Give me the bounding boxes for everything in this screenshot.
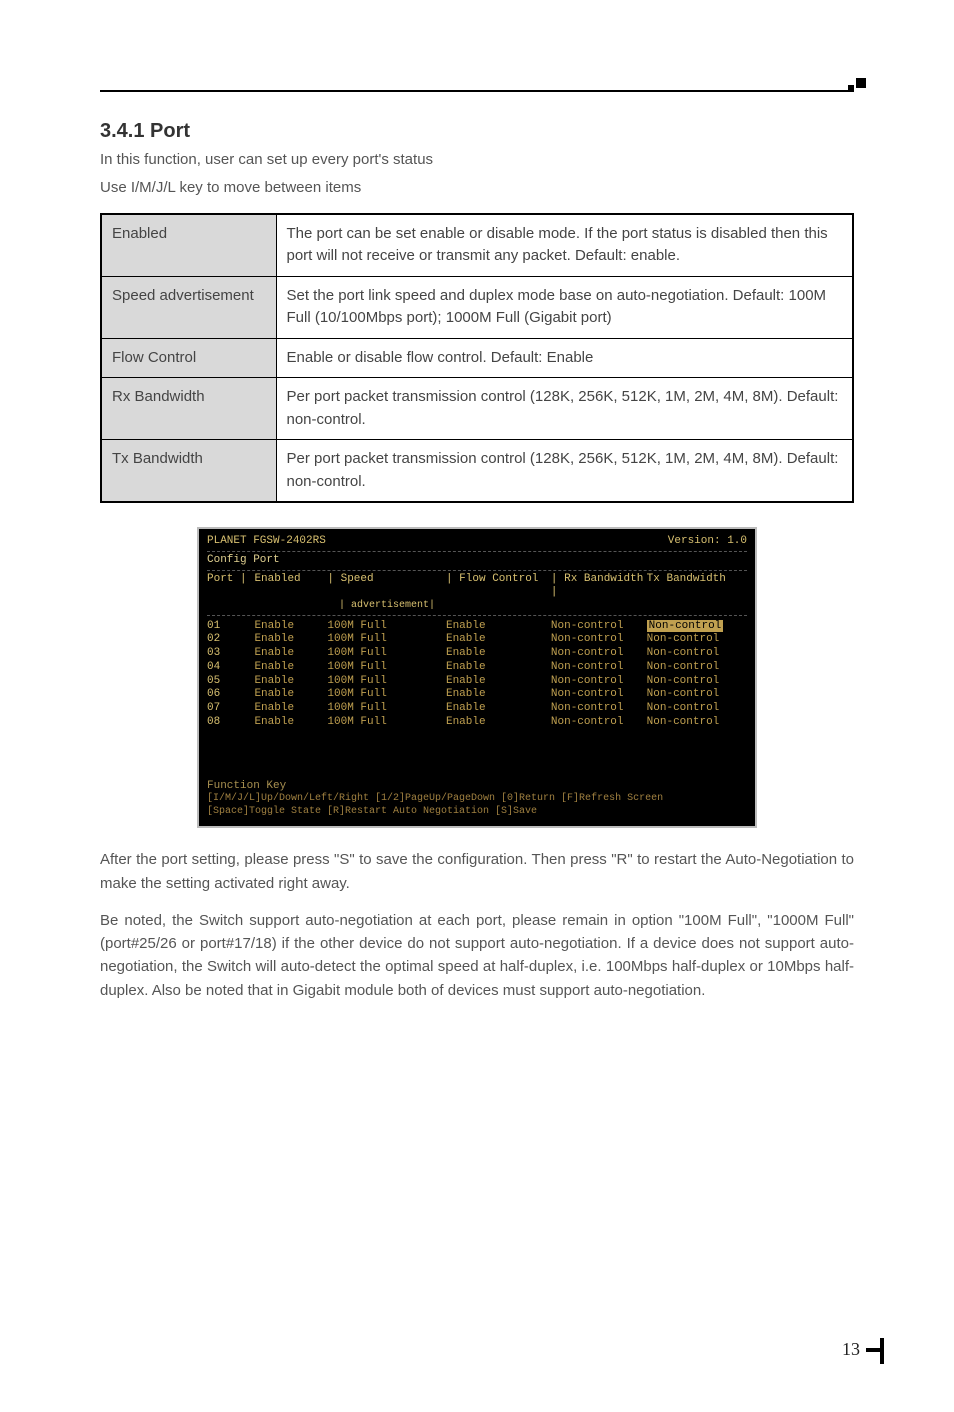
- param-desc: Enable or disable flow control. Default:…: [276, 338, 853, 378]
- terminal-subheader: | advertisement|: [339, 600, 747, 613]
- terminal-data-row: 02Enable100M FullEnableNon-controlNon-co…: [207, 633, 747, 647]
- terminal-breadcrumb: Config Port: [207, 554, 747, 568]
- terminal-version: Version: 1.0: [668, 535, 747, 549]
- top-rule: [100, 90, 854, 92]
- parameter-table: EnabledThe port can be set enable or dis…: [100, 213, 854, 504]
- param-desc: Set the port link speed and duplex mode …: [276, 276, 853, 338]
- table-row: Tx BandwidthPer port packet transmission…: [101, 440, 853, 503]
- terminal-function-line-1: [I/M/J/L]Up/Down/Left/Right [1/2]PageUp/…: [207, 793, 747, 806]
- terminal-device: PLANET FGSW-2402RS: [207, 535, 326, 549]
- after-paragraph-1: After the port setting, please press "S"…: [100, 848, 854, 895]
- param-label: Tx Bandwidth: [101, 440, 276, 503]
- intro-line-2: Use I/M/J/L key to move between items: [100, 177, 854, 199]
- intro-line-1: In this function, user can set up every …: [100, 149, 854, 171]
- table-row: Speed advertisementSet the port link spe…: [101, 276, 853, 338]
- terminal-data-row: 06Enable100M FullEnableNon-controlNon-co…: [207, 688, 747, 702]
- corner-decoration: [844, 78, 866, 94]
- param-label: Speed advertisement: [101, 276, 276, 338]
- terminal-data-row: 08Enable100M FullEnableNon-controlNon-co…: [207, 716, 747, 730]
- terminal-data-row: 01Enable100M FullEnableNon-controlNon-co…: [207, 620, 747, 634]
- terminal-function-line-2: [Space]Toggle State [R]Restart Auto Nego…: [207, 806, 747, 819]
- param-desc: The port can be set enable or disable mo…: [276, 214, 853, 277]
- after-paragraph-2: Be noted, the Switch support auto-negoti…: [100, 909, 854, 1002]
- terminal-data-row: 07Enable100M FullEnableNon-controlNon-co…: [207, 702, 747, 716]
- terminal-screenshot: PLANET FGSW-2402RS Version: 1.0 Config P…: [197, 527, 757, 828]
- param-label: Rx Bandwidth: [101, 378, 276, 440]
- terminal-data-row: 03Enable100M FullEnableNon-controlNon-co…: [207, 647, 747, 661]
- terminal-data-row: 04Enable100M FullEnableNon-controlNon-co…: [207, 661, 747, 675]
- table-row: Flow ControlEnable or disable flow contr…: [101, 338, 853, 378]
- table-row: Rx BandwidthPer port packet transmission…: [101, 378, 853, 440]
- footer-decoration: [866, 1338, 894, 1364]
- param-label: Flow Control: [101, 338, 276, 378]
- param-desc: Per port packet transmission control (12…: [276, 378, 853, 440]
- param-desc: Per port packet transmission control (12…: [276, 440, 853, 503]
- terminal-function-label: Function Key: [207, 780, 747, 794]
- terminal-data-row: 05Enable100M FullEnableNon-controlNon-co…: [207, 675, 747, 689]
- terminal-header-row: Port | Enabled | Speed | Flow Control | …: [207, 573, 747, 601]
- param-label: Enabled: [101, 214, 276, 277]
- section-title: 3.4.1 Port: [100, 120, 854, 143]
- table-row: EnabledThe port can be set enable or dis…: [101, 214, 853, 277]
- page-number: 13: [842, 1339, 860, 1360]
